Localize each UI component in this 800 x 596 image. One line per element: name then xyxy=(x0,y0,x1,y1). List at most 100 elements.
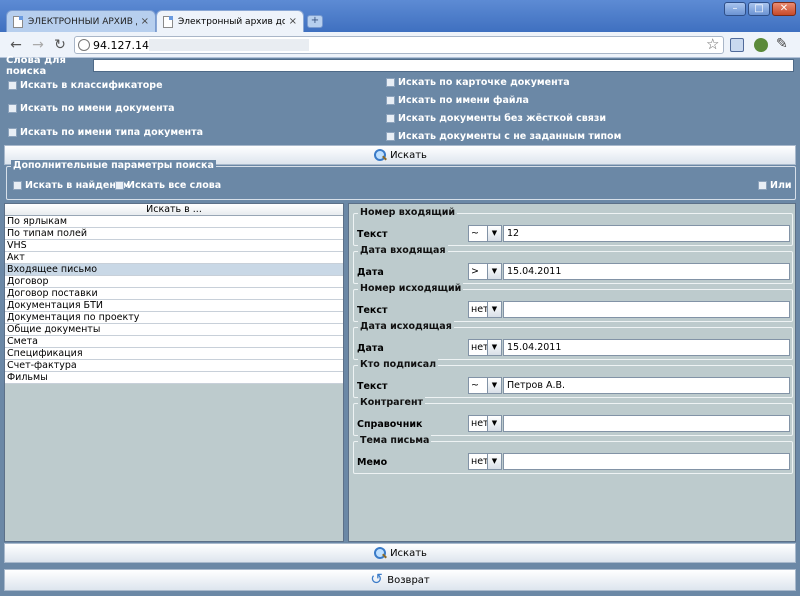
list-item[interactable]: VHS xyxy=(5,240,343,252)
extension-icon[interactable] xyxy=(754,38,768,52)
close-window-button[interactable]: ✕ xyxy=(772,2,796,16)
new-tab-button[interactable]: + xyxy=(307,15,323,28)
param-title: Дата исходящая xyxy=(358,321,454,332)
option-or[interactable]: Или xyxy=(758,180,792,191)
dropdown-arrow-icon[interactable]: ▼ xyxy=(487,454,501,469)
back-button[interactable]: Возврат xyxy=(4,569,796,591)
address-bar[interactable]: 94.127.144 xyxy=(74,36,724,54)
close-tab-icon[interactable]: × xyxy=(289,16,297,27)
checkbox[interactable] xyxy=(8,104,17,113)
browser-tab-2[interactable]: Электронный архив доку... × xyxy=(156,10,304,32)
operator-select[interactable]: нет ▼ xyxy=(468,453,502,470)
list-item[interactable]: Документация БТИ xyxy=(5,300,343,312)
dropdown-arrow-icon[interactable]: ▼ xyxy=(487,416,501,431)
checkbox[interactable] xyxy=(386,78,395,87)
param-title: Тема письма xyxy=(358,435,432,446)
option-no-type[interactable]: Искать документы с не заданным типом xyxy=(386,131,621,142)
param-value-input[interactable] xyxy=(503,415,790,432)
checkbox[interactable] xyxy=(8,128,17,137)
list-item[interactable]: Входящее письмо xyxy=(5,264,343,276)
browser-titlebar: ЭЛЕКТРОННЫЙ АРХИВ ДО... × Электронный ар… xyxy=(0,0,800,32)
translate-extension-icon[interactable] xyxy=(730,38,744,52)
minimize-button[interactable]: – xyxy=(724,2,746,16)
param-field-label: Текст xyxy=(357,305,388,316)
operator-select[interactable]: нет ▼ xyxy=(468,301,502,318)
list-item[interactable]: Спецификация xyxy=(5,348,343,360)
page-content: Слова для поиска Искать в классификаторе… xyxy=(4,55,796,596)
param-title: Контрагент xyxy=(358,397,426,408)
checkbox[interactable] xyxy=(386,132,395,141)
param-field-label: Мемо xyxy=(357,457,388,468)
param-group: Номер входящий Текст ~ ▼ 12 xyxy=(353,207,793,246)
checkbox[interactable] xyxy=(115,181,124,190)
checkbox[interactable] xyxy=(386,96,395,105)
list-item[interactable]: Акт xyxy=(5,252,343,264)
browser-tab-1[interactable]: ЭЛЕКТРОННЫЙ АРХИВ ДО... × xyxy=(6,10,156,32)
param-value-input[interactable] xyxy=(503,301,790,318)
option-file-name[interactable]: Искать по имени файла xyxy=(386,95,529,106)
reload-icon[interactable]: ↻ xyxy=(52,37,68,53)
list-item[interactable]: Договор поставки xyxy=(5,288,343,300)
option-doc-card[interactable]: Искать по карточке документа xyxy=(386,77,570,88)
option-in-found[interactable]: Искать в найденом xyxy=(13,180,130,191)
list-item[interactable]: Смета xyxy=(5,336,343,348)
dropdown-arrow-icon[interactable]: ▼ xyxy=(487,264,501,279)
browser-toolbar: ← → ↻ 94.127.144 ☆ ✎ xyxy=(0,32,800,58)
option-no-hard-link[interactable]: Искать документы без жёсткой связи xyxy=(386,113,606,124)
list-item[interactable]: Счет-фактура xyxy=(5,360,343,372)
list-item[interactable]: По типам полей xyxy=(5,228,343,240)
dropdown-arrow-icon[interactable]: ▼ xyxy=(487,378,501,393)
param-value-input[interactable]: 12 xyxy=(503,225,790,242)
option-doc-type-name[interactable]: Искать по имени типа документа xyxy=(8,127,203,138)
magnifier-icon xyxy=(373,148,387,162)
bottom-search-button[interactable]: Искать xyxy=(4,543,796,563)
param-value-input[interactable] xyxy=(503,453,790,470)
option-classifier[interactable]: Искать в классификаторе xyxy=(8,80,163,91)
param-group: Номер исходящий Текст нет ▼ xyxy=(353,283,793,322)
list-item[interactable]: Договор xyxy=(5,276,343,288)
dropdown-arrow-icon[interactable]: ▼ xyxy=(487,340,501,355)
param-value-input[interactable]: 15.04.2011 xyxy=(503,339,790,356)
param-title: Дата входящая xyxy=(358,245,448,256)
param-group: Контрагент Справочник нет ▼ xyxy=(353,397,793,436)
param-field-label: Текст xyxy=(357,381,388,392)
checkbox[interactable] xyxy=(386,114,395,123)
param-group: Кто подписал Текст ~ ▼ Петров А.В. xyxy=(353,359,793,398)
bookmark-star-icon[interactable]: ☆ xyxy=(706,36,719,52)
param-value-input[interactable]: Петров А.В. xyxy=(503,377,790,394)
return-icon xyxy=(370,570,384,588)
url-redacted xyxy=(149,39,309,51)
list-header: Искать в ... xyxy=(5,204,343,216)
operator-value: > xyxy=(471,266,479,277)
operator-value: нет xyxy=(471,418,489,429)
list-item[interactable]: Общие документы xyxy=(5,324,343,336)
operator-value: нет xyxy=(471,342,489,353)
operator-value: ~ xyxy=(471,380,479,391)
search-row: Слова для поиска xyxy=(4,55,796,77)
wrench-menu-icon[interactable]: ✎ xyxy=(776,36,788,52)
operator-select[interactable]: > ▼ xyxy=(468,263,502,280)
back-arrow-icon[interactable]: ← xyxy=(8,37,24,53)
checkbox[interactable] xyxy=(13,181,22,190)
globe-icon xyxy=(78,39,90,51)
close-tab-icon[interactable]: × xyxy=(141,16,149,27)
param-value-input[interactable]: 15.04.2011 xyxy=(503,263,790,280)
operator-select[interactable]: нет ▼ xyxy=(468,339,502,356)
maximize-button[interactable]: □ xyxy=(748,2,770,16)
checkbox[interactable] xyxy=(8,81,17,90)
param-title: Номер исходящий xyxy=(358,283,464,294)
dropdown-arrow-icon[interactable]: ▼ xyxy=(487,302,501,317)
search-input[interactable] xyxy=(93,59,794,72)
operator-select[interactable]: ~ ▼ xyxy=(468,377,502,394)
operator-select[interactable]: нет ▼ xyxy=(468,415,502,432)
option-doc-name[interactable]: Искать по имени документа xyxy=(8,103,175,114)
list-item[interactable]: По ярлыкам xyxy=(5,216,343,228)
list-item[interactable]: Документация по проекту xyxy=(5,312,343,324)
dropdown-arrow-icon[interactable]: ▼ xyxy=(487,226,501,241)
forward-arrow-icon[interactable]: → xyxy=(30,37,46,53)
checkbox[interactable] xyxy=(758,181,767,190)
option-all-words[interactable]: Искать все слова xyxy=(115,180,221,191)
operator-select[interactable]: ~ ▼ xyxy=(468,225,502,242)
list-item[interactable]: Фильмы xyxy=(5,372,343,384)
operator-value: ~ xyxy=(471,228,479,239)
